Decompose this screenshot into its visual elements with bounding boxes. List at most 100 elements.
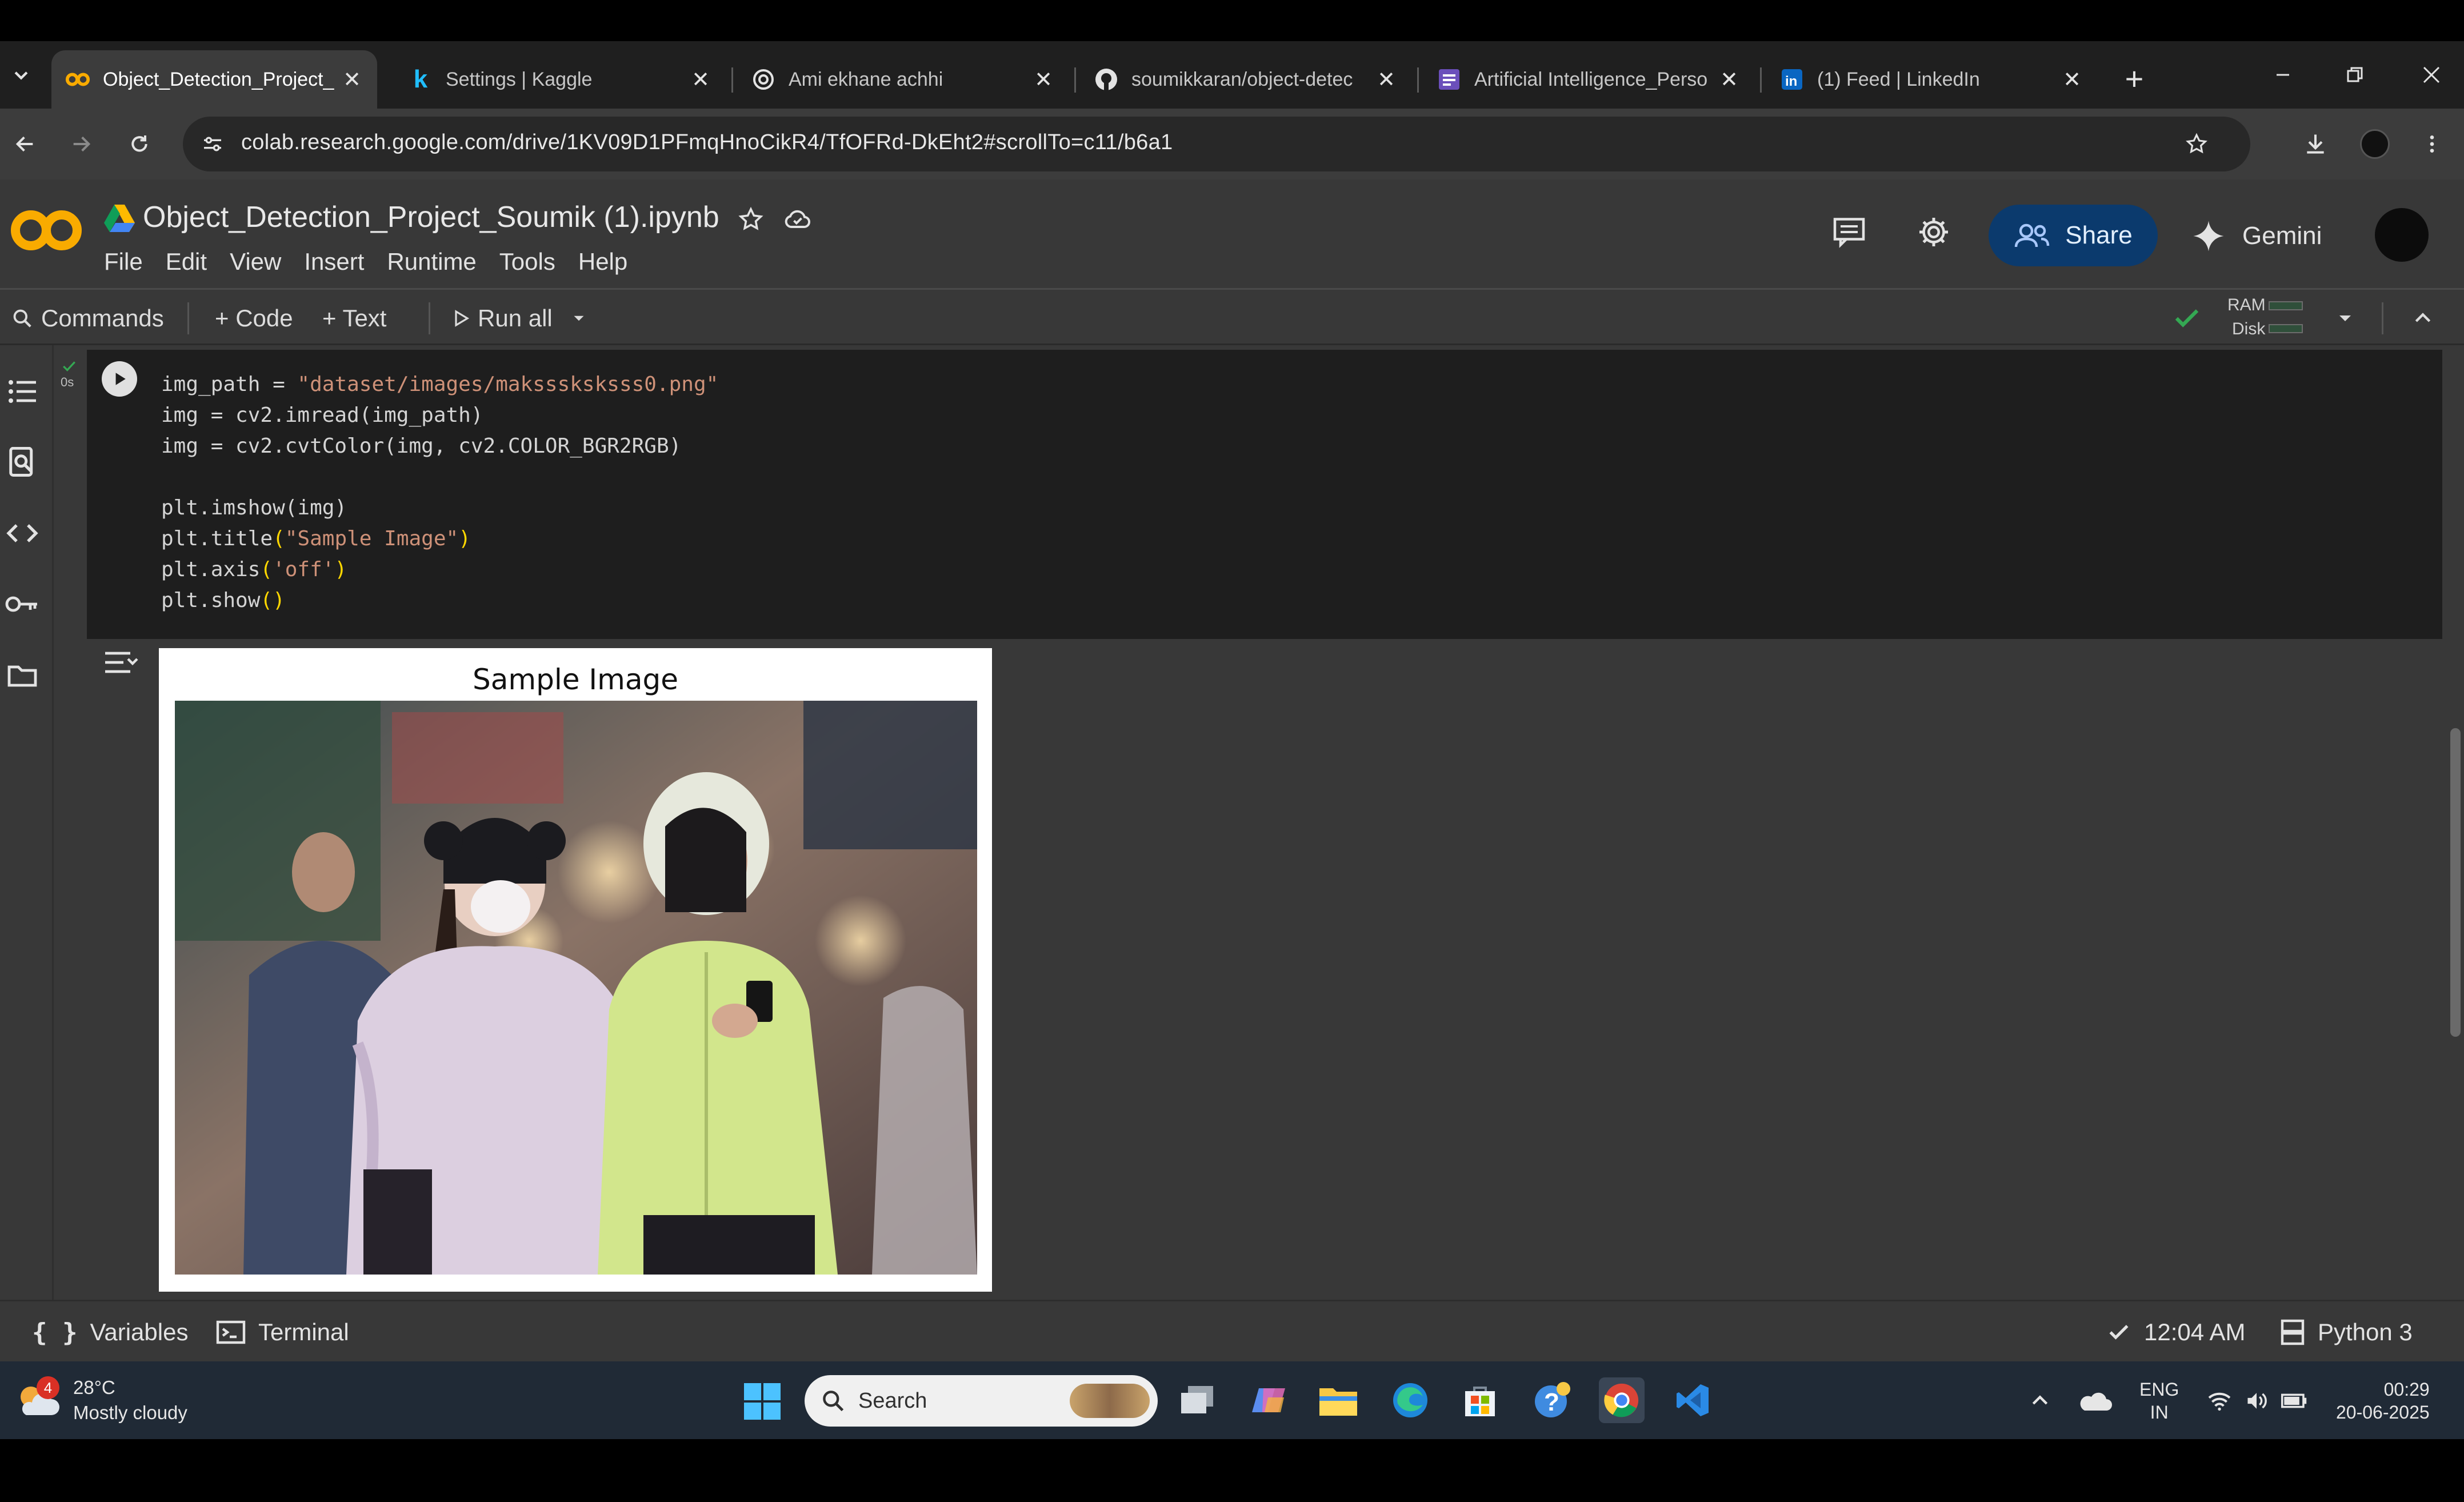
close-tab-icon[interactable]: ✕ bbox=[1375, 67, 1398, 93]
runtime-dropdown[interactable] bbox=[2334, 302, 2357, 334]
code-cell[interactable]: img_path = "dataset/images/maksssksksss0… bbox=[87, 350, 2442, 639]
sample-image bbox=[175, 701, 977, 1275]
close-window-button[interactable] bbox=[2406, 55, 2457, 95]
show-hidden-icons-button[interactable] bbox=[2029, 1375, 2051, 1427]
windows-start-icon[interactable] bbox=[743, 1382, 782, 1421]
address-bar[interactable]: colab.research.google.com/drive/1KV09D1P… bbox=[183, 117, 2250, 171]
quick-settings-button[interactable] bbox=[2207, 1375, 2307, 1427]
kernel-status[interactable]: Python 3 bbox=[2280, 1316, 2413, 1348]
task-view-icon[interactable] bbox=[1175, 1377, 1221, 1423]
reload-button[interactable] bbox=[119, 123, 160, 165]
secrets-key-icon[interactable] bbox=[5, 586, 40, 622]
variables-button[interactable]: { } Variables bbox=[32, 1316, 188, 1348]
linkedin-icon: in bbox=[1779, 67, 1805, 92]
code-editor[interactable]: img_path = "dataset/images/maksssksksss0… bbox=[161, 369, 718, 616]
settings-gear-icon[interactable] bbox=[1917, 215, 1951, 249]
gemini-button[interactable]: Gemini bbox=[2192, 210, 2322, 262]
tab-kaggle[interactable]: k Settings | Kaggle ✕ bbox=[394, 50, 726, 109]
profile-button[interactable] bbox=[2354, 123, 2395, 165]
run-all-button[interactable]: Run all bbox=[454, 302, 553, 334]
code-snippets-icon[interactable] bbox=[5, 516, 40, 551]
url-text: colab.research.google.com/drive/1KV09D1P… bbox=[241, 130, 1173, 154]
share-button[interactable]: Share bbox=[1989, 205, 2158, 266]
notebook-title[interactable]: Object_Detection_Project_Soumik (1).ipyn… bbox=[143, 200, 719, 234]
toolbar-divider bbox=[187, 302, 189, 334]
minimize-button[interactable] bbox=[2257, 55, 2309, 95]
taskbar-search-box[interactable]: Search bbox=[805, 1375, 1158, 1427]
tab-search-button[interactable] bbox=[3, 55, 39, 95]
chrome-menu-button[interactable] bbox=[2411, 123, 2453, 165]
files-folder-icon[interactable] bbox=[5, 657, 40, 693]
restore-button[interactable] bbox=[2329, 55, 2381, 95]
arrow-left-icon bbox=[15, 136, 33, 152]
people-icon bbox=[2015, 223, 2050, 247]
close-icon bbox=[2423, 66, 2440, 83]
menu-runtime[interactable]: Runtime bbox=[387, 248, 476, 275]
vertical-scrollbar[interactable] bbox=[2450, 728, 2461, 1037]
edge-icon[interactable] bbox=[1387, 1377, 1433, 1423]
weather-widget[interactable]: 4 28°C Mostly cloudy bbox=[15, 1373, 187, 1428]
copilot-icon[interactable] bbox=[1246, 1377, 1291, 1423]
last-run-status[interactable]: 12:04 AM bbox=[2106, 1316, 2245, 1348]
menu-edit[interactable]: Edit bbox=[166, 248, 207, 275]
add-code-button[interactable]: + Code bbox=[215, 302, 293, 334]
lang-bottom: IN bbox=[2150, 1402, 2169, 1423]
tab-github[interactable]: soumikkaran/object-detec ✕ bbox=[1080, 50, 1411, 109]
star-icon[interactable] bbox=[734, 202, 768, 237]
comments-icon[interactable] bbox=[1832, 215, 1866, 249]
vscode-icon[interactable] bbox=[1670, 1377, 1715, 1423]
taskbar-clock[interactable]: 00:29 20-06-2025 bbox=[2336, 1375, 2430, 1427]
reload-icon bbox=[131, 135, 147, 152]
microsoft-store-icon[interactable] bbox=[1457, 1377, 1503, 1423]
new-tab-button[interactable]: + bbox=[2114, 58, 2154, 98]
cloud-saved-icon[interactable] bbox=[781, 202, 815, 237]
close-tab-icon[interactable]: ✕ bbox=[341, 67, 363, 93]
lang-top: ENG bbox=[2139, 1379, 2179, 1400]
code-string: 'off' bbox=[273, 558, 335, 581]
output-actions-icon[interactable] bbox=[102, 647, 139, 680]
tab-separator bbox=[1417, 67, 1419, 93]
bookmark-star-icon[interactable] bbox=[2177, 125, 2216, 163]
collapse-header-button[interactable] bbox=[2411, 302, 2434, 334]
site-settings-icon[interactable] bbox=[193, 125, 232, 163]
tab-notion[interactable]: Artificial Intelligence_Perso ✕ bbox=[1423, 50, 1754, 109]
colab-logo-icon[interactable] bbox=[9, 205, 83, 256]
find-replace-icon[interactable] bbox=[5, 445, 40, 480]
menu-view[interactable]: View bbox=[230, 248, 281, 275]
tab-linkedin[interactable]: in (1) Feed | LinkedIn ✕ bbox=[1766, 50, 2097, 109]
tab-separator bbox=[731, 67, 733, 93]
get-help-icon[interactable]: ? bbox=[1529, 1377, 1575, 1423]
close-tab-icon[interactable]: ✕ bbox=[689, 67, 712, 93]
file-explorer-icon[interactable] bbox=[1315, 1377, 1361, 1423]
forward-button[interactable] bbox=[61, 123, 102, 165]
code-paren: ( bbox=[260, 558, 273, 581]
account-avatar[interactable] bbox=[2375, 208, 2429, 262]
add-text-button[interactable]: + Text bbox=[322, 302, 386, 334]
tab-chatgpt[interactable]: Ami ekhane achhi ✕ bbox=[737, 50, 1069, 109]
menu-help[interactable]: Help bbox=[578, 248, 627, 275]
language-indicator[interactable]: ENG IN bbox=[2139, 1375, 2179, 1427]
menu-tools[interactable]: Tools bbox=[499, 248, 555, 275]
close-tab-icon[interactable]: ✕ bbox=[1718, 67, 1741, 93]
run-all-dropdown[interactable] bbox=[569, 302, 589, 334]
run-cell-button[interactable] bbox=[102, 361, 137, 397]
add-code-label: + Code bbox=[215, 305, 293, 331]
code-text: plt.title bbox=[161, 527, 273, 550]
menu-insert[interactable]: Insert bbox=[304, 248, 364, 275]
terminal-button[interactable]: Terminal bbox=[216, 1316, 349, 1348]
notebook-workspace: 0s img_path = "dataset/images/maksssksks… bbox=[0, 345, 2464, 1300]
close-tab-icon[interactable]: ✕ bbox=[2061, 67, 2083, 93]
close-tab-icon[interactable]: ✕ bbox=[1032, 67, 1055, 93]
downloads-button[interactable] bbox=[2295, 123, 2336, 165]
back-button[interactable] bbox=[5, 123, 46, 165]
commands-button[interactable]: Commands bbox=[11, 302, 164, 334]
tab-colab[interactable]: Object_Detection_Project_ ✕ bbox=[51, 50, 377, 109]
colab-status-bar: { } Variables Terminal 12:04 AM Python 3 bbox=[0, 1300, 2464, 1361]
openai-icon bbox=[751, 67, 776, 92]
menu-file[interactable]: File bbox=[104, 248, 143, 275]
chrome-taskbar-icon[interactable] bbox=[1599, 1377, 1645, 1423]
table-of-contents-icon[interactable] bbox=[5, 374, 40, 409]
weather-desc: Mostly cloudy bbox=[73, 1402, 187, 1423]
onedrive-icon[interactable] bbox=[2078, 1375, 2112, 1427]
code-text: img = cv2.cvtColor(img, cv2.COLOR_BGR2RG… bbox=[161, 434, 682, 458]
